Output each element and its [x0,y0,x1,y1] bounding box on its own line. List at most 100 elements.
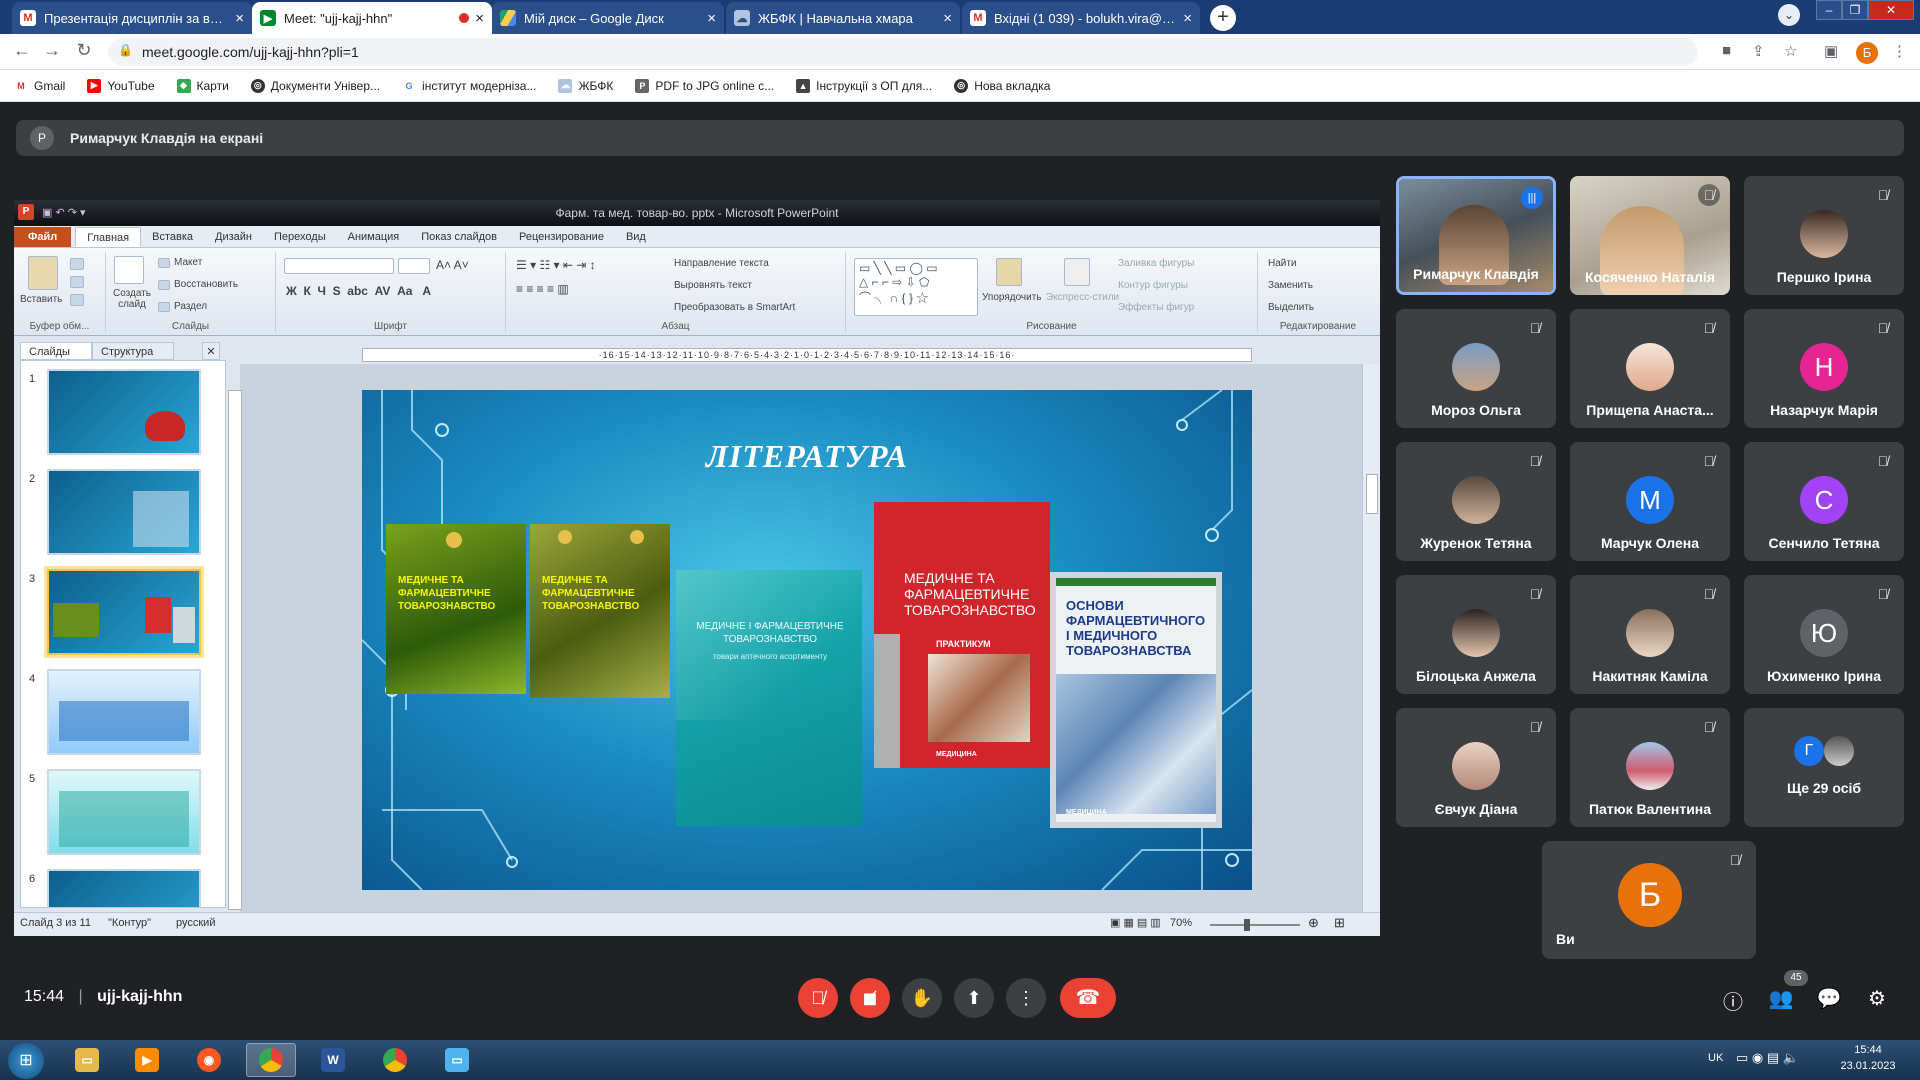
taskbar-chrome[interactable] [246,1043,296,1077]
quick-access-icons[interactable]: ▣ ↶ ↷ ▾ [42,206,86,219]
forward-icon[interactable]: → [40,40,64,61]
zoom-in-icon[interactable]: ⊕ [1308,915,1319,931]
participant-tile[interactable]: М 🎙̸ Марчук Олена [1570,442,1730,561]
menu-slideshow[interactable]: Показ слайдов [410,227,508,247]
scroll-thumb[interactable] [1366,474,1378,514]
bookmark-maps[interactable]: ◆ Карти [176,78,229,93]
browser-tab-2[interactable]: ▶ Meet: "ujj-kajj-hhn" × [252,2,492,34]
menu-view[interactable]: Вид [615,227,657,247]
close-icon[interactable]: × [707,10,716,27]
new-slide-icon[interactable] [114,256,144,284]
shape-effects-button[interactable]: Эффекты фигур [1118,302,1194,313]
more-options-button[interactable]: ⋮ [1006,978,1046,1018]
align-text-button[interactable]: Выровнять текст [674,280,752,291]
taskbar-media-player[interactable]: ▶ [122,1043,172,1077]
select-button[interactable]: Выделить [1268,302,1314,313]
slide-thumbnail[interactable] [47,469,201,555]
close-icon[interactable]: × [475,10,484,27]
participant-tile[interactable]: 🎙̸ Євчук Діана [1396,708,1556,827]
slide-thumbnail-current[interactable] [47,569,201,655]
shape-outline-button[interactable]: Контур фигуры [1118,280,1188,291]
font-family-select[interactable] [284,258,394,274]
close-icon[interactable]: × [235,10,244,27]
tab-search-icon[interactable]: ⌄ [1778,4,1800,26]
lock-icon[interactable]: 🔒 [118,43,133,57]
smartart-button[interactable]: Преобразовать в SmartArt [674,302,795,313]
present-button[interactable]: ⬆ [954,978,994,1018]
bookmark-instructions[interactable]: ▲ Інструкції з ОП для... [796,78,932,93]
browser-tab-1[interactable]: M Презентація дисциплін за вибо × [12,2,252,34]
zoom-level[interactable]: 70% [1170,917,1192,929]
text-direction-button[interactable]: Направление текста [674,258,769,269]
leave-call-button[interactable]: ☎ [1060,978,1116,1018]
raise-hand-button[interactable]: ✋ [902,978,942,1018]
shape-fill-button[interactable]: Заливка фигуры [1118,258,1194,269]
self-tile[interactable]: Б 🎙̸ Ви [1542,841,1756,959]
menu-design[interactable]: Дизайн [204,227,263,247]
participant-tile[interactable]: Ю 🎙̸ Юхименко Ірина [1744,575,1904,694]
tab-slides[interactable]: Слайды [20,342,92,360]
format-painter-icon[interactable] [70,294,84,306]
bookmark-pdf[interactable]: P PDF to JPG online c... [635,78,774,93]
menu-insert[interactable]: Вставка [141,227,204,247]
tray-date[interactable]: 23.01.2023 [1830,1060,1906,1072]
slide-thumbnail[interactable] [47,869,201,907]
menu-review[interactable]: Рецензирование [508,227,615,247]
tray-icons[interactable]: ▭ ◉ ▤ 🔈 [1736,1050,1799,1066]
close-icon[interactable]: × [1183,10,1192,27]
paste-label[interactable]: Вставить [20,294,62,305]
start-button[interactable]: ⊞ [8,1043,44,1079]
bookmark-institute[interactable]: Gінститут модерніза... [402,78,536,93]
shapes-gallery[interactable]: ▭ ╲ ╲ ▭ ◯ ▭ △ ⌐ ⌐ ⇨ ⇩ ⬠ ⌒ ╮ ∩ { } ☆ [854,258,978,316]
section-icon[interactable] [158,302,170,312]
menu-icon[interactable]: ⋮ [1892,42,1907,60]
tab-outline[interactable]: Структура [92,342,174,360]
paste-icon[interactable] [28,256,58,290]
menu-file[interactable]: Файл [14,227,72,247]
mic-toggle-button[interactable]: 🎙̸ [798,978,838,1018]
taskbar-firefox[interactable]: ◉ [184,1043,234,1077]
reload-icon[interactable]: ↻ [72,40,96,61]
arrange-button[interactable]: Упорядочить [982,292,1042,303]
layout-icon[interactable] [158,258,170,268]
menu-home[interactable]: Главная [75,227,142,247]
slide-thumbnail[interactable] [47,769,201,855]
browser-tab-3[interactable]: Мій диск – Google Диск × [492,2,724,34]
input-language[interactable]: UK [1708,1052,1723,1064]
menu-animation[interactable]: Анимация [337,227,411,247]
slide-thumbnail[interactable] [47,369,201,455]
slide-thumbnail[interactable] [47,669,201,755]
share-icon[interactable]: ⇪ [1752,42,1765,60]
font-grow-icon[interactable]: A˄ A˅ [436,258,469,272]
back-icon[interactable]: ← [10,40,34,61]
participant-tile[interactable]: 🎙̸ Накитняк Каміла [1570,575,1730,694]
browser-tab-5[interactable]: M Вхідні (1 039) - bolukh.vira@pha × [962,2,1200,34]
font-size-select[interactable] [398,258,430,274]
people-button[interactable]: 👥 [1766,986,1796,1011]
url-input[interactable]: meet.google.com/ujj-kajj-hhn?pli=1 [108,38,1698,66]
quick-styles-icon[interactable] [1064,258,1090,286]
align-buttons[interactable]: ≡ ≡ ≡ ≡ ▥ [516,282,569,296]
participant-tile[interactable]: 🎙̸ Білоцька Анжела [1396,575,1556,694]
participant-tile[interactable]: Н 🎙̸ Назарчук Марія [1744,309,1904,428]
menu-transitions[interactable]: Переходы [263,227,337,247]
activities-button[interactable]: ⚙ [1862,986,1892,1011]
taskbar-explorer[interactable]: ▭ [62,1043,112,1077]
quick-styles-button[interactable]: Экспресс-стили [1046,292,1119,303]
participant-tile[interactable]: 🎙̸ Прищепа Анаста... [1570,309,1730,428]
side-panel-icon[interactable]: ▣ [1824,42,1838,60]
participant-tile[interactable]: 🎙̸ Мороз Ольга [1396,309,1556,428]
bookmark-gmail[interactable]: M Gmail [14,78,65,93]
find-button[interactable]: Найти [1268,258,1297,269]
close-panel-icon[interactable]: ✕ [202,342,220,360]
chat-button[interactable]: 💬 [1814,986,1844,1011]
more-participants-tile[interactable]: Г Ще 29 осіб [1744,708,1904,827]
browser-tab-4[interactable]: ☁ ЖБФК | Навчальна хмара × [726,2,960,34]
layout-button[interactable]: Макет [174,257,202,268]
participant-tile[interactable]: ||| Римарчук Клавдія [1396,176,1556,295]
view-buttons[interactable]: ▣ ▦ ▤ ▥ [1110,916,1161,929]
section-button[interactable]: Раздел [174,301,207,312]
fit-window-icon[interactable]: ⊞ [1334,915,1345,931]
list-buttons[interactable]: ☰ ▾ ☷ ▾ ⇤ ⇥ ↕ [516,258,596,272]
cut-icon[interactable] [70,258,84,270]
